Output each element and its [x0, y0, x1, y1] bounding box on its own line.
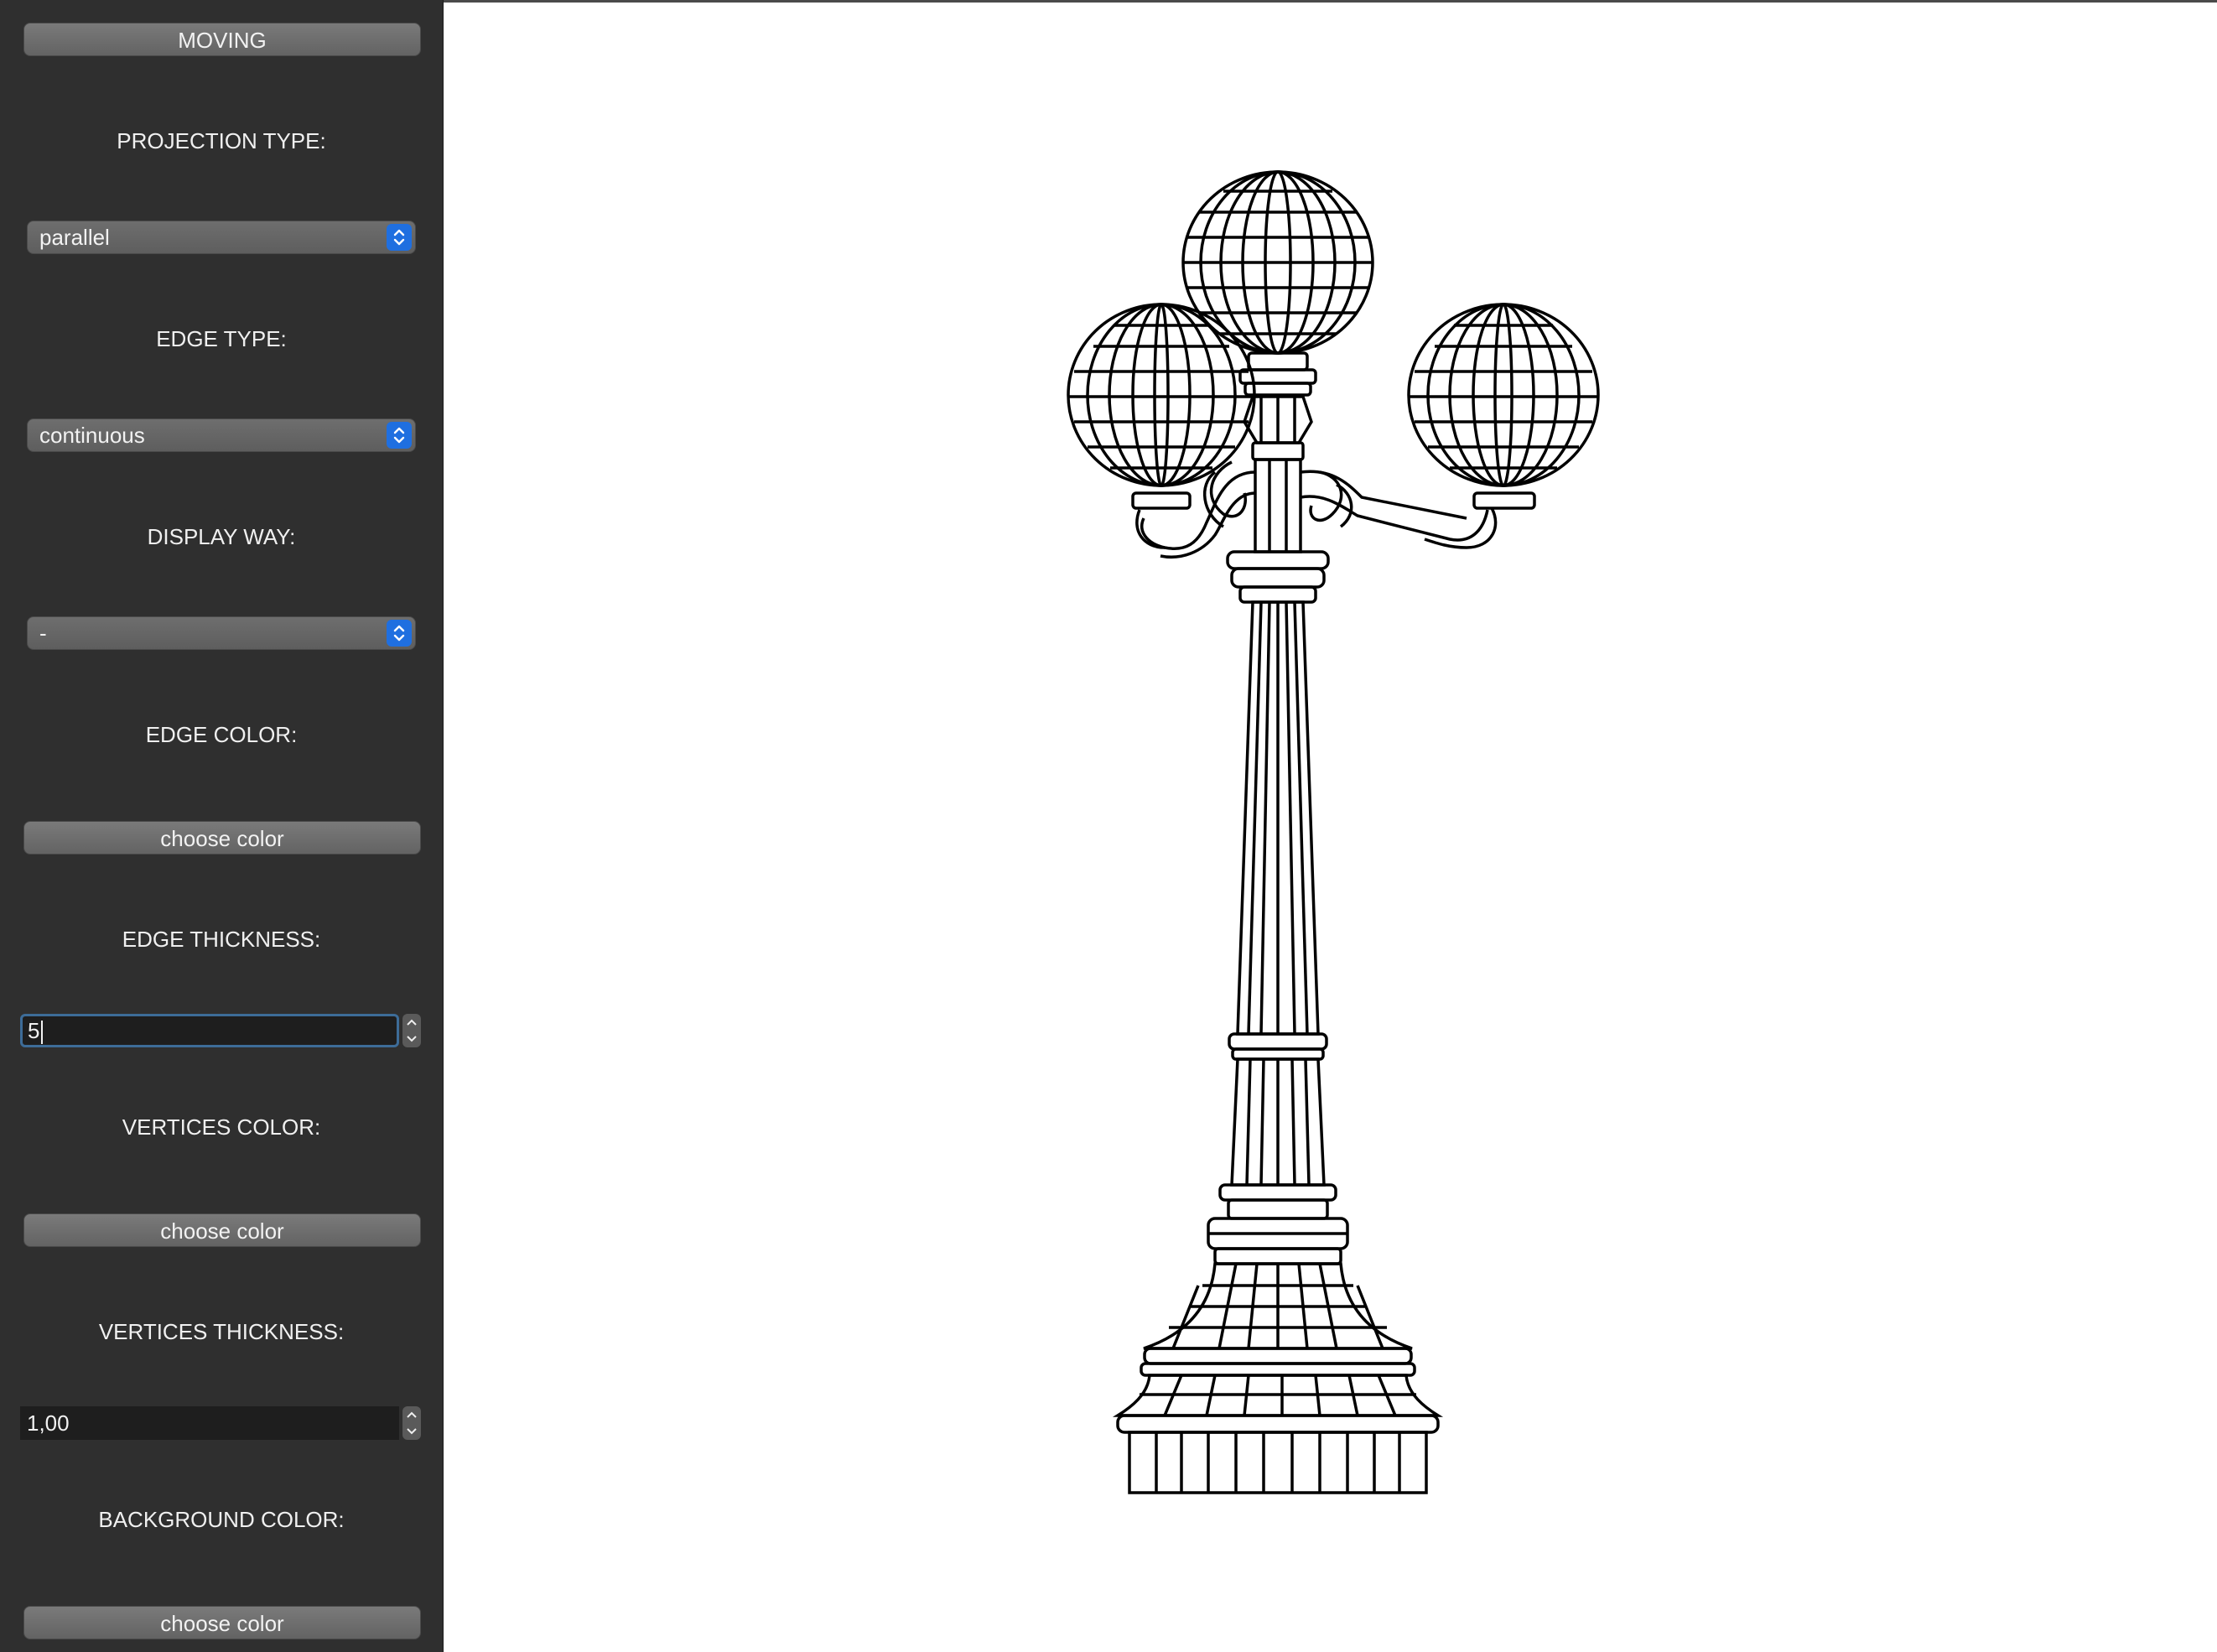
- updown-chevron-icon: [387, 620, 412, 647]
- background-color-button[interactable]: choose color: [23, 1606, 421, 1639]
- center-globe: [1181, 170, 1374, 355]
- settings-sidebar: MOVING PROJECTION TYPE: parallel EDGE TY…: [0, 0, 444, 1652]
- edge-thickness-stepper[interactable]: [402, 1014, 421, 1047]
- background-color-label: BACKGROUND COLOR:: [98, 1507, 345, 1532]
- vertices-thickness-stepper[interactable]: [402, 1406, 421, 1440]
- text-caret: [41, 1021, 44, 1045]
- display-way-label: DISPLAY WAY:: [147, 524, 296, 549]
- moving-button[interactable]: MOVING: [23, 23, 421, 56]
- display-way-value: -: [39, 621, 47, 646]
- edge-color-label: EDGE COLOR:: [145, 722, 298, 747]
- edge-thickness-value: 5: [28, 1018, 40, 1043]
- chevron-down-icon[interactable]: [406, 1035, 418, 1043]
- projection-type-label: PROJECTION TYPE:: [117, 128, 326, 153]
- app-window: MOVING PROJECTION TYPE: parallel EDGE TY…: [0, 0, 2217, 1652]
- edge-thickness-input[interactable]: 5: [20, 1014, 399, 1047]
- edge-thickness-label: EDGE THICKNESS:: [122, 927, 321, 952]
- edge-type-label: EDGE TYPE:: [156, 326, 287, 351]
- edge-type-select[interactable]: continuous: [27, 418, 416, 452]
- display-way-select[interactable]: -: [27, 616, 416, 650]
- right-globe: [1407, 303, 1600, 487]
- street-lamp-wireframe-icon: [1067, 170, 1600, 1494]
- chevron-down-icon[interactable]: [406, 1427, 418, 1436]
- vertices-thickness-input[interactable]: 1,00: [20, 1406, 399, 1440]
- chevron-up-icon[interactable]: [406, 1018, 418, 1026]
- chevron-up-icon[interactable]: [406, 1410, 418, 1419]
- updown-chevron-icon: [387, 422, 412, 449]
- projection-type-value: parallel: [39, 225, 110, 250]
- projection-type-select[interactable]: parallel: [27, 221, 416, 254]
- vertices-color-button[interactable]: choose color: [23, 1213, 421, 1247]
- vertices-color-label: VERTICES COLOR:: [122, 1114, 321, 1140]
- vertices-thickness-label: VERTICES THICKNESS:: [98, 1319, 345, 1344]
- left-globe: [1067, 303, 1256, 487]
- 3d-viewport[interactable]: [444, 0, 2217, 1652]
- edge-color-button[interactable]: choose color: [23, 821, 421, 855]
- edge-type-value: continuous: [39, 423, 145, 448]
- updown-chevron-icon: [387, 224, 412, 251]
